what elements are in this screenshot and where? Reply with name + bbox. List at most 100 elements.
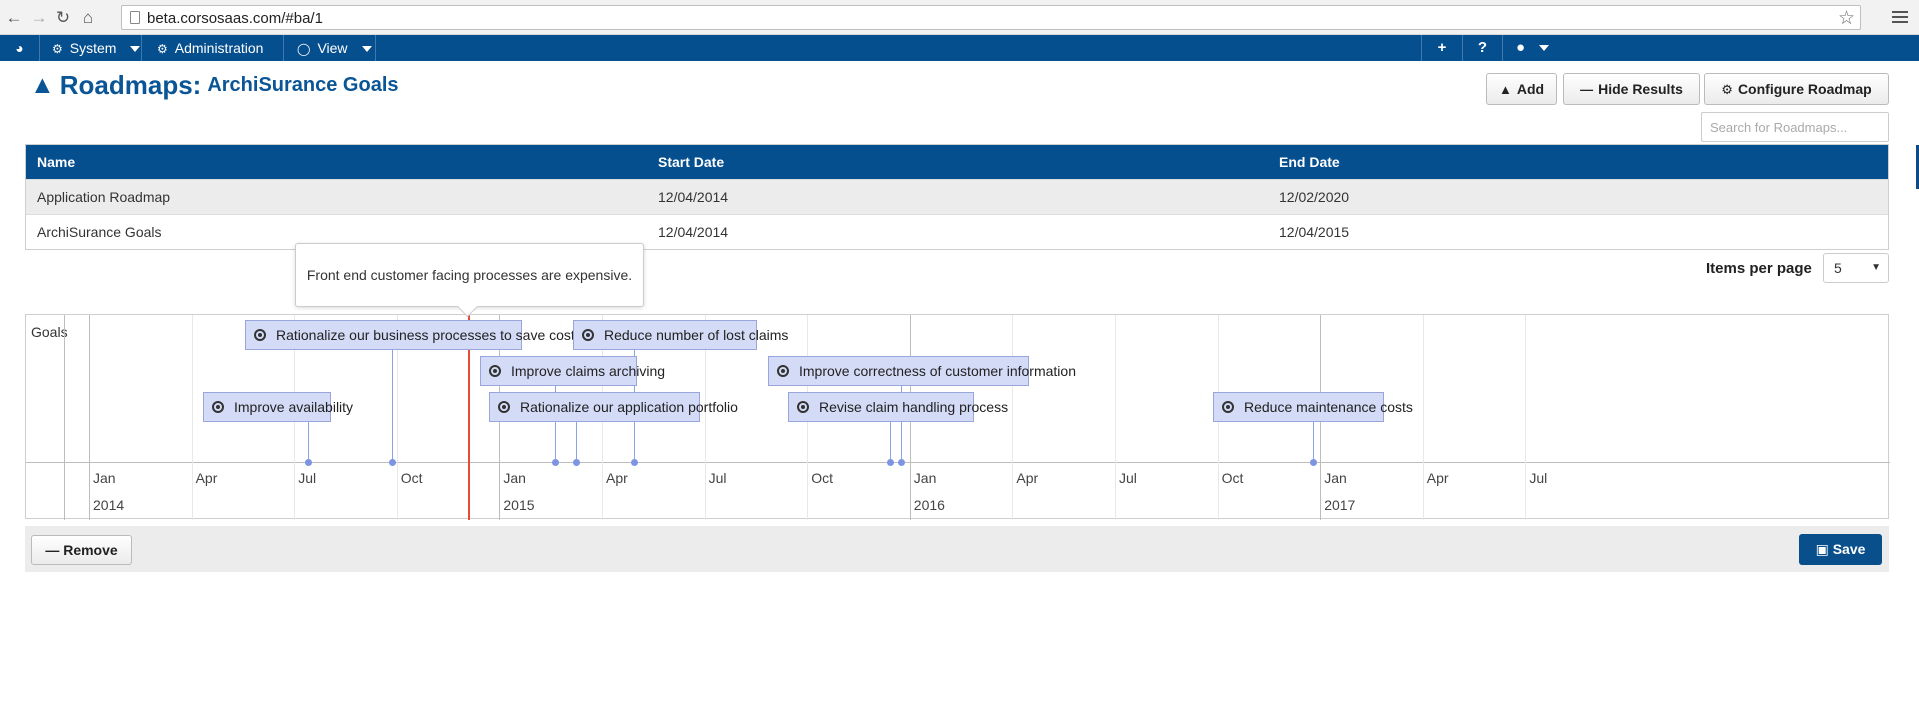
timeline-month-label: Apr	[1016, 470, 1039, 486]
row-start-date: 12/04/2014	[658, 224, 729, 240]
add-icon[interactable]: +	[1421, 35, 1462, 61]
chevron-down-icon	[1539, 45, 1550, 52]
help-icon[interactable]: ?	[1462, 35, 1502, 61]
remove-button[interactable]: — Remove	[31, 535, 132, 565]
goal-item[interactable]: Reduce number of lost claims	[573, 320, 788, 350]
timeline-month-label: Oct	[811, 470, 833, 486]
table-header: Name Start Date End Date	[26, 145, 1888, 179]
dashboard-icon[interactable]: ◕	[0, 35, 40, 61]
add-button-label: Add	[1516, 81, 1545, 97]
column-header-name[interactable]: Name	[37, 145, 75, 179]
browser-menu-icon[interactable]	[1892, 8, 1908, 26]
nav-administration[interactable]: ⚙ Administration	[143, 35, 284, 80]
row-end-date: 12/04/2015	[1279, 224, 1350, 240]
back-icon[interactable]: ←	[3, 7, 25, 29]
goal-item[interactable]: Improve availability	[203, 392, 353, 422]
goal-date-pin	[1310, 459, 1317, 466]
refresh-icon: ◯	[297, 42, 311, 56]
timeline-month-label: Jul	[708, 470, 727, 486]
add-button[interactable]: ▲ Add	[1486, 73, 1557, 105]
row-name: Application Roadmap	[37, 189, 171, 205]
goal-label: Improve availability	[234, 399, 354, 415]
items-per-page-select[interactable]: 5 ▼	[1823, 253, 1889, 283]
timeline-lane-divider	[64, 315, 65, 520]
timeline-gridline	[89, 315, 90, 520]
user-icon: ●	[1515, 39, 1526, 56]
goal-label: Reduce maintenance costs	[1244, 399, 1413, 415]
goal-label: Improve claims archiving	[511, 363, 666, 379]
timeline-month-label: Jul	[1119, 470, 1137, 486]
save-button[interactable]: ▣ Save	[1799, 534, 1882, 565]
goal-connector	[392, 350, 393, 462]
target-icon	[489, 365, 501, 377]
goal-label: Rationalize our business processes to sa…	[276, 327, 575, 343]
column-header-start-date[interactable]: Start Date	[658, 145, 724, 179]
home-icon[interactable]: ⌂	[77, 7, 99, 29]
target-icon	[498, 401, 510, 413]
goal-item[interactable]: Reduce maintenance costs	[1213, 392, 1413, 422]
configure-roadmap-label: Configure Roadmap	[1737, 81, 1872, 97]
target-icon	[777, 365, 789, 377]
target-icon	[212, 401, 224, 413]
column-header-end-date[interactable]: End Date	[1279, 145, 1340, 179]
timeline-gridline	[1012, 315, 1014, 520]
goal-item[interactable]: Rationalize our application portfolio	[489, 392, 738, 422]
goal-date-pin	[573, 459, 580, 466]
goal-connector	[576, 422, 577, 462]
table-row[interactable]: Application Roadmap 12/04/2014 12/02/202…	[26, 179, 1888, 214]
reload-icon[interactable]: ↻	[52, 7, 74, 29]
goal-item[interactable]: Improve correctness of customer informat…	[768, 356, 1076, 386]
nav-view[interactable]: ◯ View	[285, 35, 376, 61]
forward-icon[interactable]: →	[28, 7, 50, 29]
hide-results-button[interactable]: — Hide Results	[1563, 73, 1700, 105]
goal-item[interactable]: Improve claims archiving	[480, 356, 665, 386]
timeline-gridline	[191, 315, 193, 520]
page-subtitle: ArchiSurance Goals	[207, 74, 399, 96]
timeline-year-label: 2017	[1324, 497, 1356, 513]
road-icon: ▲	[1498, 82, 1512, 97]
target-icon	[797, 401, 809, 413]
goal-label: Revise claim handling process	[819, 399, 1009, 415]
goal-item[interactable]: Rationalize our business processes to sa…	[245, 320, 575, 350]
configure-roadmap-button[interactable]: ⚙ Configure Roadmap	[1704, 73, 1889, 105]
page-title: ▲ Roadmaps: ArchiSurance Goals	[30, 70, 399, 101]
target-icon	[582, 329, 594, 341]
goal-date-pin	[552, 459, 559, 466]
remove-button-label: Remove	[63, 542, 118, 558]
minus-icon: —	[1580, 82, 1594, 97]
row-name: ArchiSurance Goals	[37, 224, 162, 240]
timeline-year-label: 2015	[503, 497, 535, 513]
goal-date-pin	[305, 459, 312, 466]
minus-icon: —	[45, 542, 60, 558]
timeline-month-label: Apr	[1426, 470, 1449, 486]
timeline-gridline	[1525, 315, 1527, 520]
timeline-month-label: Jan	[93, 470, 116, 486]
goal-date-pin	[389, 459, 396, 466]
goal-connector	[1313, 422, 1314, 462]
chevron-down-icon: ▼	[1871, 262, 1881, 273]
roadmap-search-input[interactable]	[1701, 112, 1889, 142]
goal-label: Reduce number of lost claims	[604, 327, 789, 343]
page-icon	[130, 11, 140, 24]
target-icon	[1222, 401, 1234, 413]
gears-icon: ⚙	[1721, 82, 1733, 97]
save-button-label: Save	[1832, 541, 1866, 557]
address-url[interactable]: beta.corsosaas.com/#ba/1	[147, 10, 323, 27]
nav-system[interactable]: ⚙ System	[40, 35, 142, 61]
timeline-gridline	[1422, 315, 1424, 520]
user-menu[interactable]: ●	[1502, 35, 1562, 61]
roadmap-timeline[interactable]: Goals Jan Apr Jul Oct Jan Apr Jul Oct Jan Apr Jul O…	[25, 314, 1890, 520]
timeline-month-label: Apr	[606, 470, 628, 486]
chevron-down-icon	[130, 46, 141, 53]
timeline-month-label: Jan	[1324, 470, 1347, 486]
items-per-page-label: Items per page	[1706, 260, 1812, 277]
app-navbar: ◕ ⚙ System ⚙ Administration ◯ View + ? ●	[0, 35, 1919, 80]
goal-date-pin	[887, 459, 894, 466]
chevron-down-icon	[361, 46, 372, 53]
address-bar[interactable]: beta.corsosaas.com/#ba/1 ☆	[121, 5, 1861, 30]
goal-date-pin	[631, 459, 638, 466]
timeline-month-label: Jul	[1529, 470, 1548, 486]
timeline-month-label: Apr	[195, 470, 218, 486]
goal-item[interactable]: Revise claim handling process	[788, 392, 1008, 422]
bookmark-star-icon[interactable]: ☆	[1838, 7, 1855, 30]
